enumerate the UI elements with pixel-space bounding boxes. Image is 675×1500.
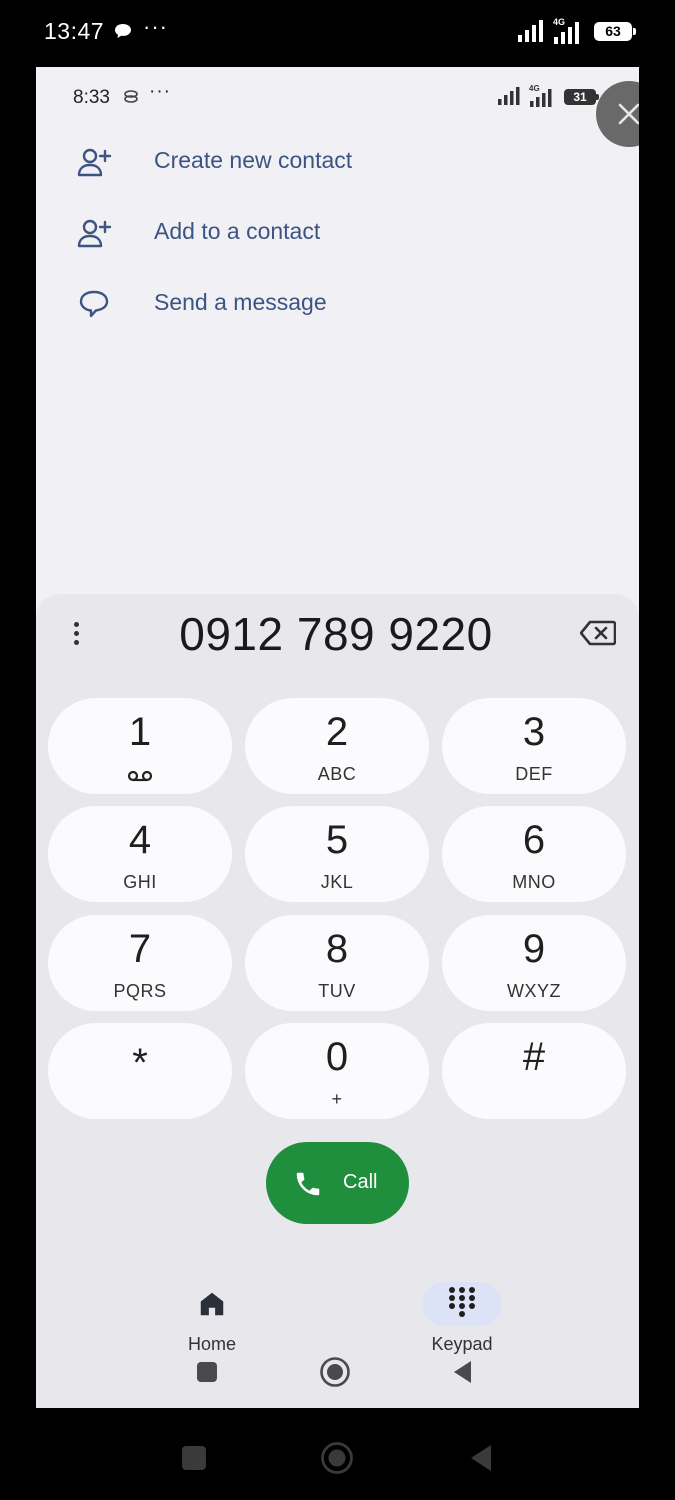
battery-icon: 31 — [564, 89, 599, 105]
phone-icon — [296, 1172, 320, 1196]
notification-icon — [124, 90, 138, 103]
key-letters: GHI — [123, 872, 157, 892]
key-1[interactable]: 1 — [48, 698, 232, 794]
back-icon[interactable] — [451, 1359, 475, 1385]
key-digit: 7 — [128, 927, 152, 971]
key-letters: TUV — [318, 981, 356, 1001]
inner-status-bar: 8:33 ··· 4G 31 — [36, 67, 639, 127]
inner-system-nav — [36, 1339, 639, 1399]
outer-status-more-dots: ··· — [143, 14, 168, 39]
key-letters: WXYZ — [507, 981, 561, 1001]
send-message-button[interactable]: Send a message — [36, 269, 639, 339]
inner-status-more-dots: ··· — [149, 81, 171, 102]
key-letters: JKL — [320, 872, 354, 892]
signal-4g-icon: 4G — [528, 83, 558, 112]
key-letters: MNO — [512, 872, 556, 892]
key-letters: PQRS — [113, 981, 167, 1001]
phone-screen: 8:33 ··· 4G 31 Create new contact Add to… — [36, 67, 639, 1408]
outer-status-time: 13:47 — [44, 18, 105, 44]
outer-network-label: 4G — [553, 17, 565, 27]
key-digit: 3 — [522, 710, 546, 754]
key-digit: 8 — [325, 927, 349, 971]
key-9[interactable]: 9 WXYZ — [442, 915, 626, 1011]
key-3[interactable]: 3 DEF — [442, 698, 626, 794]
signal-icon — [498, 87, 520, 105]
key-star[interactable]: * — [48, 1023, 232, 1119]
back-icon[interactable] — [468, 1443, 494, 1473]
create-new-contact-button[interactable]: Create new contact — [36, 127, 639, 197]
outer-status-bar: 13:47 ··· 4G 63 — [0, 0, 675, 66]
key-digit: 1 — [128, 710, 152, 754]
close-icon — [618, 103, 639, 125]
person-add-icon — [77, 148, 112, 177]
inner-status-time: 8:33 — [73, 87, 110, 108]
backspace-icon[interactable] — [580, 620, 616, 646]
recents-icon[interactable] — [195, 1360, 219, 1384]
home-circle-icon[interactable] — [319, 1356, 351, 1388]
dialed-number[interactable]: 0912 789 9220 — [96, 604, 576, 664]
key-digit: 4 — [128, 818, 152, 862]
outer-battery-level: 63 — [605, 23, 621, 39]
key-4[interactable]: 4 GHI — [48, 806, 232, 902]
key-5[interactable]: 5 JKL — [245, 806, 429, 902]
key-8[interactable]: 8 TUV — [245, 915, 429, 1011]
call-button[interactable]: Call — [266, 1142, 409, 1224]
key-digit: 2 — [325, 710, 349, 754]
dialer-panel: 0912 789 9220 1 2 ABC 3 DEF 4 GHI 5 JKL … — [36, 594, 639, 1408]
signal-4g-icon: 4G — [552, 16, 586, 49]
key-6[interactable]: 6 MNO — [442, 806, 626, 902]
message-icon — [79, 290, 109, 318]
add-to-contact-button[interactable]: Add to a contact — [36, 198, 639, 268]
key-digit: 5 — [325, 818, 349, 862]
key-digit: 9 — [522, 927, 546, 971]
create-new-contact-label: Create new contact — [154, 147, 353, 173]
key-digit: # — [522, 1035, 546, 1079]
key-0[interactable]: 0 + — [245, 1023, 429, 1119]
call-label: Call — [343, 1171, 378, 1193]
key-digit: 0 — [325, 1035, 349, 1079]
home-icon — [200, 1292, 224, 1316]
voicemail-icon — [127, 770, 153, 782]
home-circle-icon[interactable] — [320, 1441, 354, 1475]
nav-home-pill — [172, 1282, 252, 1326]
keypad-icon — [449, 1287, 475, 1317]
recents-icon[interactable] — [181, 1445, 207, 1471]
signal-icon — [518, 20, 543, 42]
key-2[interactable]: 2 ABC — [245, 698, 429, 794]
key-letters: DEF — [515, 764, 553, 784]
send-message-label: Send a message — [154, 289, 327, 315]
person-add-icon — [77, 219, 112, 248]
outer-system-nav — [0, 1420, 675, 1500]
chat-bubble-icon — [115, 24, 131, 38]
key-letters: + — [331, 1089, 343, 1109]
key-letters: ABC — [317, 764, 357, 784]
key-digit: 6 — [522, 818, 546, 862]
key-digit: * — [132, 1041, 148, 1085]
inner-network-label: 4G — [529, 84, 540, 93]
battery-icon: 63 — [594, 22, 636, 41]
nav-keypad-pill — [422, 1282, 502, 1326]
key-7[interactable]: 7 PQRS — [48, 915, 232, 1011]
more-options-icon[interactable] — [66, 618, 86, 654]
key-hash[interactable]: # — [442, 1023, 626, 1119]
add-to-contact-label: Add to a contact — [154, 218, 321, 244]
inner-battery-level: 31 — [573, 90, 587, 104]
